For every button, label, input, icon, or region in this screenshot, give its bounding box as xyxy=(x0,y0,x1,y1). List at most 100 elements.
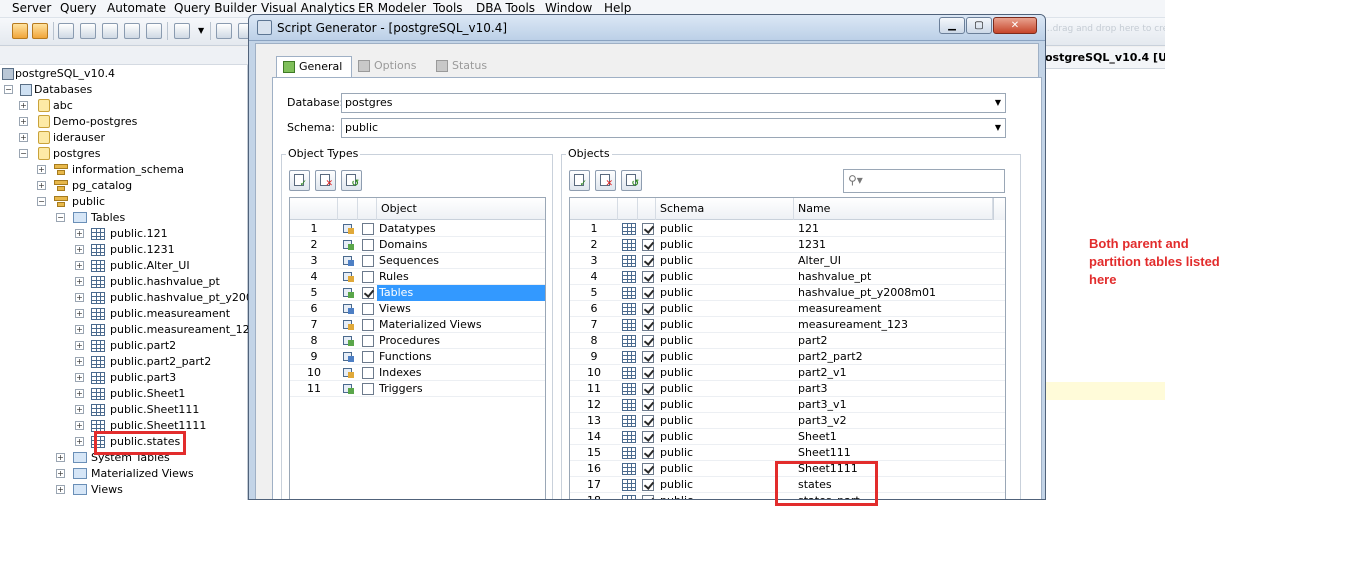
object-row[interactable]: 7 public measureament_123 xyxy=(570,317,1005,333)
tree-table-item[interactable]: + public.Sheet111 xyxy=(74,402,246,418)
object-type-row[interactable]: 1 Datatypes xyxy=(290,221,545,237)
object-row[interactable]: 14 public Sheet1 xyxy=(570,429,1005,445)
tree-table-item[interactable]: + public.measureament xyxy=(74,306,246,322)
menu-server[interactable]: Server xyxy=(12,1,51,15)
expand-icon[interactable]: + xyxy=(19,133,28,142)
expand-icon[interactable]: + xyxy=(75,421,84,430)
tree-database-iderauser[interactable]: + iderauser xyxy=(18,130,238,146)
object-row[interactable]: 12 public part3_v1 xyxy=(570,397,1005,413)
object-type-checkbox[interactable] xyxy=(362,271,374,283)
tree-table-item[interactable]: + public.Sheet1111 xyxy=(74,418,246,434)
object-type-row[interactable]: 4 Rules xyxy=(290,269,545,285)
menu-query-builder[interactable]: Query Builder xyxy=(174,1,257,15)
object-type-row[interactable]: 11 Triggers xyxy=(290,381,545,397)
expand-icon[interactable]: + xyxy=(75,277,84,286)
object-row[interactable]: 5 public hashvalue_pt_y2008m01 xyxy=(570,285,1005,301)
collapse-icon[interactable]: − xyxy=(19,149,28,158)
deselect-all-types-button[interactable]: ✕ xyxy=(315,170,336,191)
object-checkbox[interactable] xyxy=(642,351,654,363)
tree-table-item[interactable]: + public.hashvalue_pt_y2008m xyxy=(74,290,271,306)
object-checkbox[interactable] xyxy=(642,463,654,475)
tree-database-postgres[interactable]: − postgres xyxy=(18,146,238,162)
object-type-checkbox[interactable] xyxy=(362,303,374,315)
tree-table-item[interactable]: + public.Alter_UI xyxy=(74,258,246,274)
minimize-button[interactable]: ▁ xyxy=(939,17,965,34)
menu-dba-tools[interactable]: DBA Tools xyxy=(476,1,535,15)
chevron-down-icon[interactable]: ▼ xyxy=(198,26,204,35)
objects-search-input[interactable]: ⚲▾ xyxy=(843,169,1005,193)
object-type-row[interactable]: 9 Functions xyxy=(290,349,545,365)
expand-icon[interactable]: + xyxy=(56,469,65,478)
tree-table-item[interactable]: + public.part3 xyxy=(74,370,246,386)
invert-types-button[interactable]: ↺ xyxy=(341,170,362,191)
expand-icon[interactable]: + xyxy=(75,245,84,254)
object-checkbox[interactable] xyxy=(642,399,654,411)
menu-query[interactable]: Query xyxy=(60,1,96,15)
tree-table-item[interactable]: + public.1231 xyxy=(74,242,246,258)
tree-table-item[interactable]: + public.121 xyxy=(74,226,246,242)
expand-icon[interactable]: + xyxy=(37,165,46,174)
object-row[interactable]: 15 public Sheet111 xyxy=(570,445,1005,461)
object-type-checkbox[interactable] xyxy=(362,287,374,299)
editor-tab-title[interactable]: ostgreSQL_v10.4 [Unti xyxy=(1045,47,1165,69)
menu-window[interactable]: Window xyxy=(545,1,592,15)
object-row[interactable]: 13 public part3_v2 xyxy=(570,413,1005,429)
object-row[interactable]: 4 public hashvalue_pt xyxy=(570,269,1005,285)
expand-icon[interactable]: + xyxy=(37,181,46,190)
expand-icon[interactable]: + xyxy=(75,325,84,334)
object-checkbox[interactable] xyxy=(642,319,654,331)
object-row[interactable]: 3 public Alter_UI xyxy=(570,253,1005,269)
object-checkbox[interactable] xyxy=(642,303,654,315)
object-type-checkbox[interactable] xyxy=(362,367,374,379)
expand-icon[interactable]: + xyxy=(19,117,28,126)
menu-er-modeler[interactable]: ER Modeler xyxy=(358,1,426,15)
tree-table-item[interactable]: + public.states xyxy=(74,434,246,450)
connect-icon[interactable] xyxy=(12,23,28,39)
tree-database-demo-postgres[interactable]: + Demo-postgres xyxy=(18,114,238,130)
expand-icon[interactable]: + xyxy=(56,453,65,462)
dialog-titlebar[interactable]: Script Generator - [postgreSQL_v10.4] ▁ … xyxy=(249,15,1045,41)
object-checkbox[interactable] xyxy=(642,447,654,459)
object-type-checkbox[interactable] xyxy=(362,255,374,267)
expand-icon[interactable]: + xyxy=(75,437,84,446)
tree-folder-materialized-views[interactable]: + Materialized Views xyxy=(55,466,245,482)
schema-select[interactable]: public ▼ xyxy=(341,118,1006,138)
select-all-objects-button[interactable]: ✓ xyxy=(569,170,590,191)
tab-general[interactable]: General xyxy=(276,56,352,78)
object-type-checkbox[interactable] xyxy=(362,223,374,235)
object-checkbox[interactable] xyxy=(642,383,654,395)
object-type-checkbox[interactable] xyxy=(362,319,374,331)
collapse-icon[interactable]: − xyxy=(37,197,46,206)
tree-table-item[interactable]: + public.measureament_123 xyxy=(74,322,257,338)
tree-folder-tables[interactable]: − Tables xyxy=(55,210,245,226)
menu-tools[interactable]: Tools xyxy=(433,1,463,15)
query-analyzer-icon[interactable] xyxy=(80,23,96,39)
object-row[interactable]: 10 public part2_v1 xyxy=(570,365,1005,381)
expand-icon[interactable]: + xyxy=(75,309,84,318)
expand-icon[interactable]: + xyxy=(75,389,84,398)
close-button[interactable]: ✕ xyxy=(993,17,1037,34)
object-type-checkbox[interactable] xyxy=(362,351,374,363)
disconnect-icon[interactable] xyxy=(32,23,48,39)
expand-icon[interactable]: + xyxy=(75,229,84,238)
tree-table-item[interactable]: + public.part2_part2 xyxy=(74,354,246,370)
object-row[interactable]: 8 public part2 xyxy=(570,333,1005,349)
object-checkbox[interactable] xyxy=(642,415,654,427)
object-row[interactable]: 9 public part2_part2 xyxy=(570,349,1005,365)
object-type-row[interactable]: 7 Materialized Views xyxy=(290,317,545,333)
collapse-icon[interactable]: − xyxy=(56,213,65,222)
expand-icon[interactable]: + xyxy=(75,293,84,302)
tree-folder-system-tables[interactable]: + System Tables xyxy=(55,450,245,466)
tree-schema-information-schema[interactable]: + information_schema xyxy=(36,162,242,178)
tree-table-item[interactable]: + public.hashvalue_pt xyxy=(74,274,246,290)
object-row[interactable]: 18 public states_part xyxy=(570,493,1005,499)
tree-folder-views[interactable]: + Views xyxy=(55,482,245,498)
object-checkbox[interactable] xyxy=(642,335,654,347)
object-row[interactable]: 6 public measureament xyxy=(570,301,1005,317)
new-file-icon[interactable] xyxy=(174,23,190,39)
object-type-checkbox[interactable] xyxy=(362,239,374,251)
object-type-checkbox[interactable] xyxy=(362,335,374,347)
tree-databases[interactable]: − Databases xyxy=(2,82,242,98)
expand-icon[interactable]: + xyxy=(56,485,65,494)
tree-schema-pg-catalog[interactable]: + pg_catalog xyxy=(36,178,242,194)
